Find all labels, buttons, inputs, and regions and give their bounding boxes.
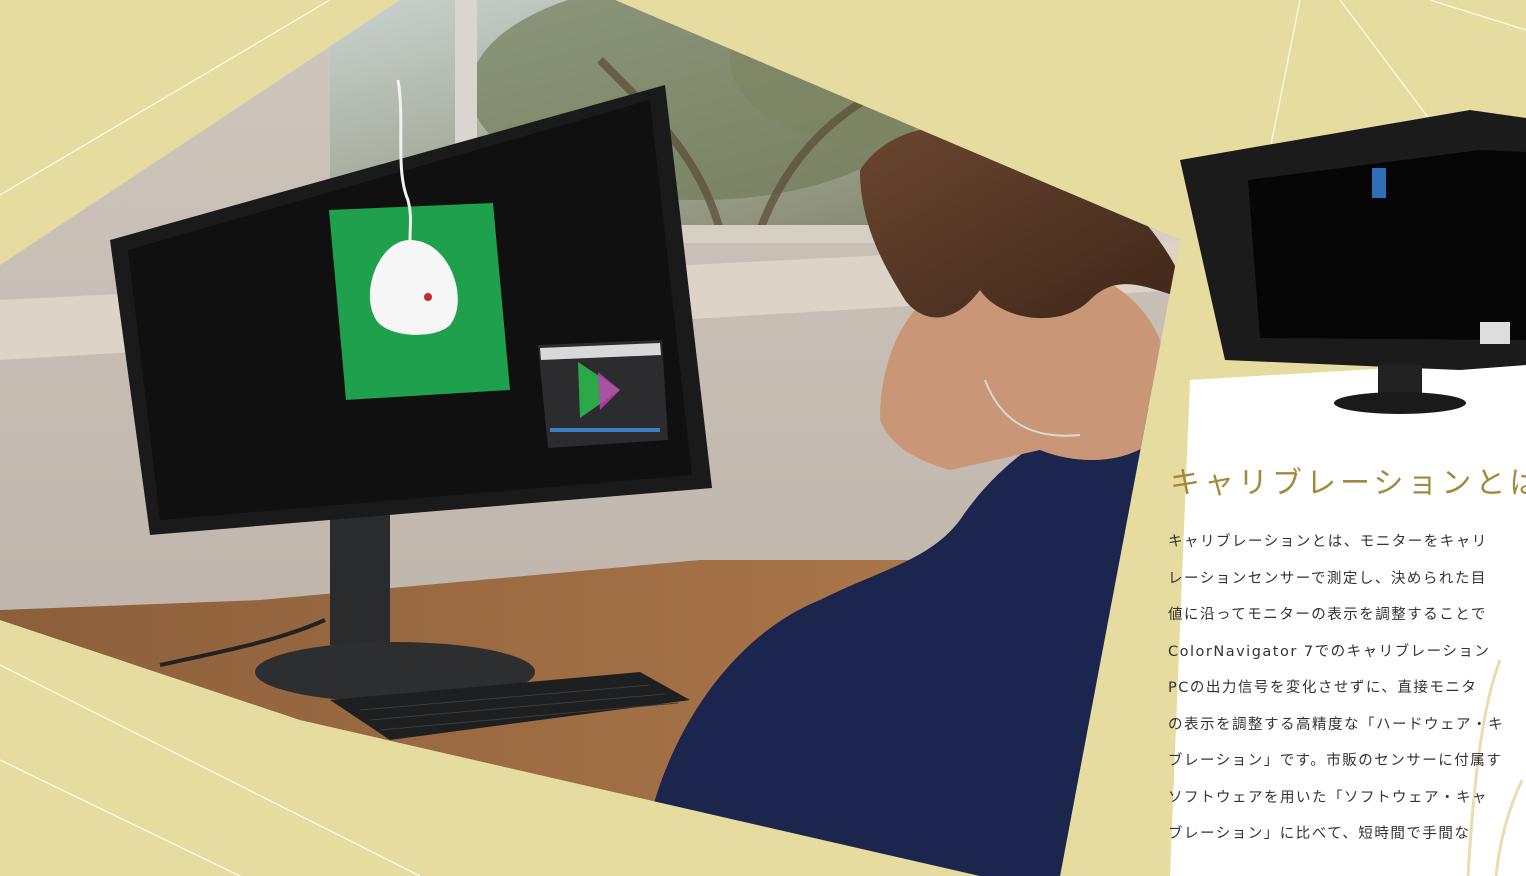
monitor-with-hood-photo <box>1180 110 1526 414</box>
article-body: キャリブレーションとは、モニターをキャリ レーションセンサーで測定し、決められた… <box>1168 524 1526 853</box>
article-line: の表示を調整する高精度な「ハードウェア・キ <box>1168 716 1504 733</box>
article-line: キャリブレーションとは、モニターをキャリ <box>1168 534 1488 550</box>
article-line: レーションセンサーで測定し、決められた目 <box>1168 570 1487 587</box>
article-line: ブレーション」です。市販のセンサーに付属す <box>1168 753 1503 769</box>
article-line: PCの出力信号を変化させずに、直接モニタ <box>1168 680 1478 696</box>
article-line: ソフトウェアを用いた「ソフトウェア・キャ <box>1168 789 1488 806</box>
article-heading: キャリブレーションとは <box>1170 466 1526 501</box>
article-line: ColorNavigator 7でのキャリブレーション <box>1168 643 1491 660</box>
article-line: 値に沿ってモニターの表示を調整することで <box>1168 607 1487 623</box>
article-line: ブレーション」に比べて、短時間で手間な <box>1168 826 1471 842</box>
